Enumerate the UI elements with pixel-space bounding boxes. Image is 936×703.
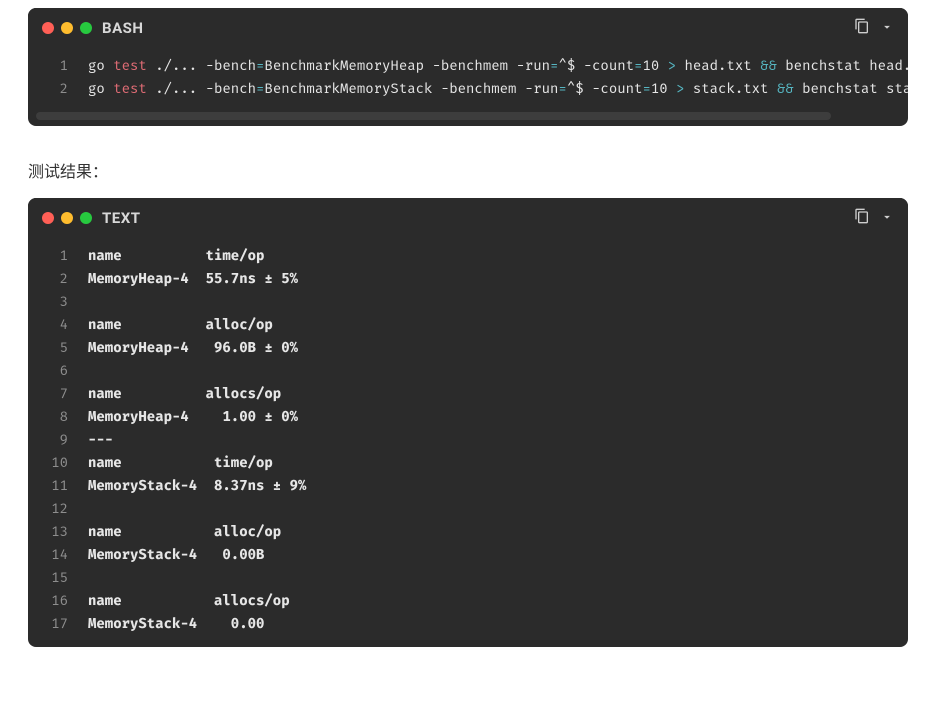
chevron-down-icon[interactable]: [880, 209, 894, 228]
bash-header-right: [854, 18, 894, 38]
line-number: 10: [28, 454, 88, 471]
line-number: 13: [28, 523, 88, 540]
traffic-lights: [42, 22, 92, 34]
window-close-dot: [42, 22, 54, 34]
text-body: 1name time/op2MemoryHeap-4 55.7ns ± 5%34…: [28, 236, 908, 647]
code-line: 12: [28, 497, 908, 520]
code-line: 1name time/op: [28, 244, 908, 267]
text-header-left: TEXT: [42, 209, 141, 227]
page: BASH 1go test ./... -bench=BenchmarkMemo…: [0, 8, 936, 673]
code-line: 7name allocs/op: [28, 382, 908, 405]
horizontal-scrollbar-thumb[interactable]: [36, 112, 831, 120]
line-content: ---: [88, 431, 113, 448]
line-number: 14: [28, 546, 88, 563]
line-content: MemoryStack-4 0.00: [88, 615, 264, 632]
line-content: name allocs/op: [88, 592, 290, 609]
line-number: 11: [28, 477, 88, 494]
code-line: 13name alloc/op: [28, 520, 908, 543]
code-line: 8MemoryHeap-4 1.00 ± 0%: [28, 405, 908, 428]
line-number: 7: [28, 385, 88, 402]
line-content: go test ./... -bench=BenchmarkMemoryHeap…: [88, 57, 908, 74]
line-content: name alloc/op: [88, 523, 281, 540]
bash-title: BASH: [102, 19, 143, 37]
line-number: 17: [28, 615, 88, 632]
chevron-down-icon[interactable]: [880, 19, 894, 38]
code-line: 1go test ./... -bench=BenchmarkMemoryHea…: [28, 54, 908, 77]
text-header-right: [854, 208, 894, 228]
line-content: go test ./... -bench=BenchmarkMemoryStac…: [88, 80, 908, 97]
line-content: MemoryStack-4 0.00B: [88, 546, 264, 563]
code-line: 6: [28, 359, 908, 382]
code-line: 2MemoryHeap-4 55.7ns ± 5%: [28, 267, 908, 290]
text-header: TEXT: [28, 198, 908, 236]
line-content: MemoryHeap-4 96.0B ± 0%: [88, 339, 298, 356]
line-number: 4: [28, 316, 88, 333]
bash-code-block: BASH 1go test ./... -bench=BenchmarkMemo…: [28, 8, 908, 126]
line-number: 16: [28, 592, 88, 609]
code-line: 15: [28, 566, 908, 589]
line-number: 5: [28, 339, 88, 356]
window-max-dot: [80, 212, 92, 224]
code-line: 11MemoryStack-4 8.37ns ± 9%: [28, 474, 908, 497]
line-number: 15: [28, 569, 88, 586]
traffic-lights: [42, 212, 92, 224]
line-content: MemoryStack-4 8.37ns ± 9%: [88, 477, 306, 494]
window-min-dot: [61, 22, 73, 34]
text-title: TEXT: [102, 209, 141, 227]
window-max-dot: [80, 22, 92, 34]
line-content: name time/op: [88, 247, 264, 264]
result-caption: 测试结果：: [28, 158, 908, 182]
window-close-dot: [42, 212, 54, 224]
line-number: 8: [28, 408, 88, 425]
line-content: name alloc/op: [88, 316, 273, 333]
line-number: 1: [28, 247, 88, 264]
code-line: 2go test ./... -bench=BenchmarkMemorySta…: [28, 77, 908, 100]
copy-icon[interactable]: [854, 208, 870, 228]
code-line: 16name allocs/op: [28, 589, 908, 612]
text-code-block: TEXT 1name time/op2MemoryHeap-4 55.7ns ±…: [28, 198, 908, 647]
copy-icon[interactable]: [854, 18, 870, 38]
code-line: 14MemoryStack-4 0.00B: [28, 543, 908, 566]
window-min-dot: [61, 212, 73, 224]
code-line: 9---: [28, 428, 908, 451]
code-line: 5MemoryHeap-4 96.0B ± 0%: [28, 336, 908, 359]
bash-header-left: BASH: [42, 19, 143, 37]
line-number: 3: [28, 293, 88, 310]
line-number: 6: [28, 362, 88, 379]
code-line: 10name time/op: [28, 451, 908, 474]
code-line: 4name alloc/op: [28, 313, 908, 336]
line-number: 12: [28, 500, 88, 517]
line-content: name time/op: [88, 454, 273, 471]
bash-header: BASH: [28, 8, 908, 46]
line-content: MemoryHeap-4 55.7ns ± 5%: [88, 270, 298, 287]
line-number: 2: [28, 80, 88, 97]
horizontal-scrollbar[interactable]: [36, 112, 900, 122]
code-line: 3: [28, 290, 908, 313]
line-number: 1: [28, 57, 88, 74]
line-content: name allocs/op: [88, 385, 281, 402]
bash-body: 1go test ./... -bench=BenchmarkMemoryHea…: [28, 46, 908, 112]
line-number: 2: [28, 270, 88, 287]
code-line: 17MemoryStack-4 0.00: [28, 612, 908, 635]
line-content: MemoryHeap-4 1.00 ± 0%: [88, 408, 298, 425]
line-number: 9: [28, 431, 88, 448]
